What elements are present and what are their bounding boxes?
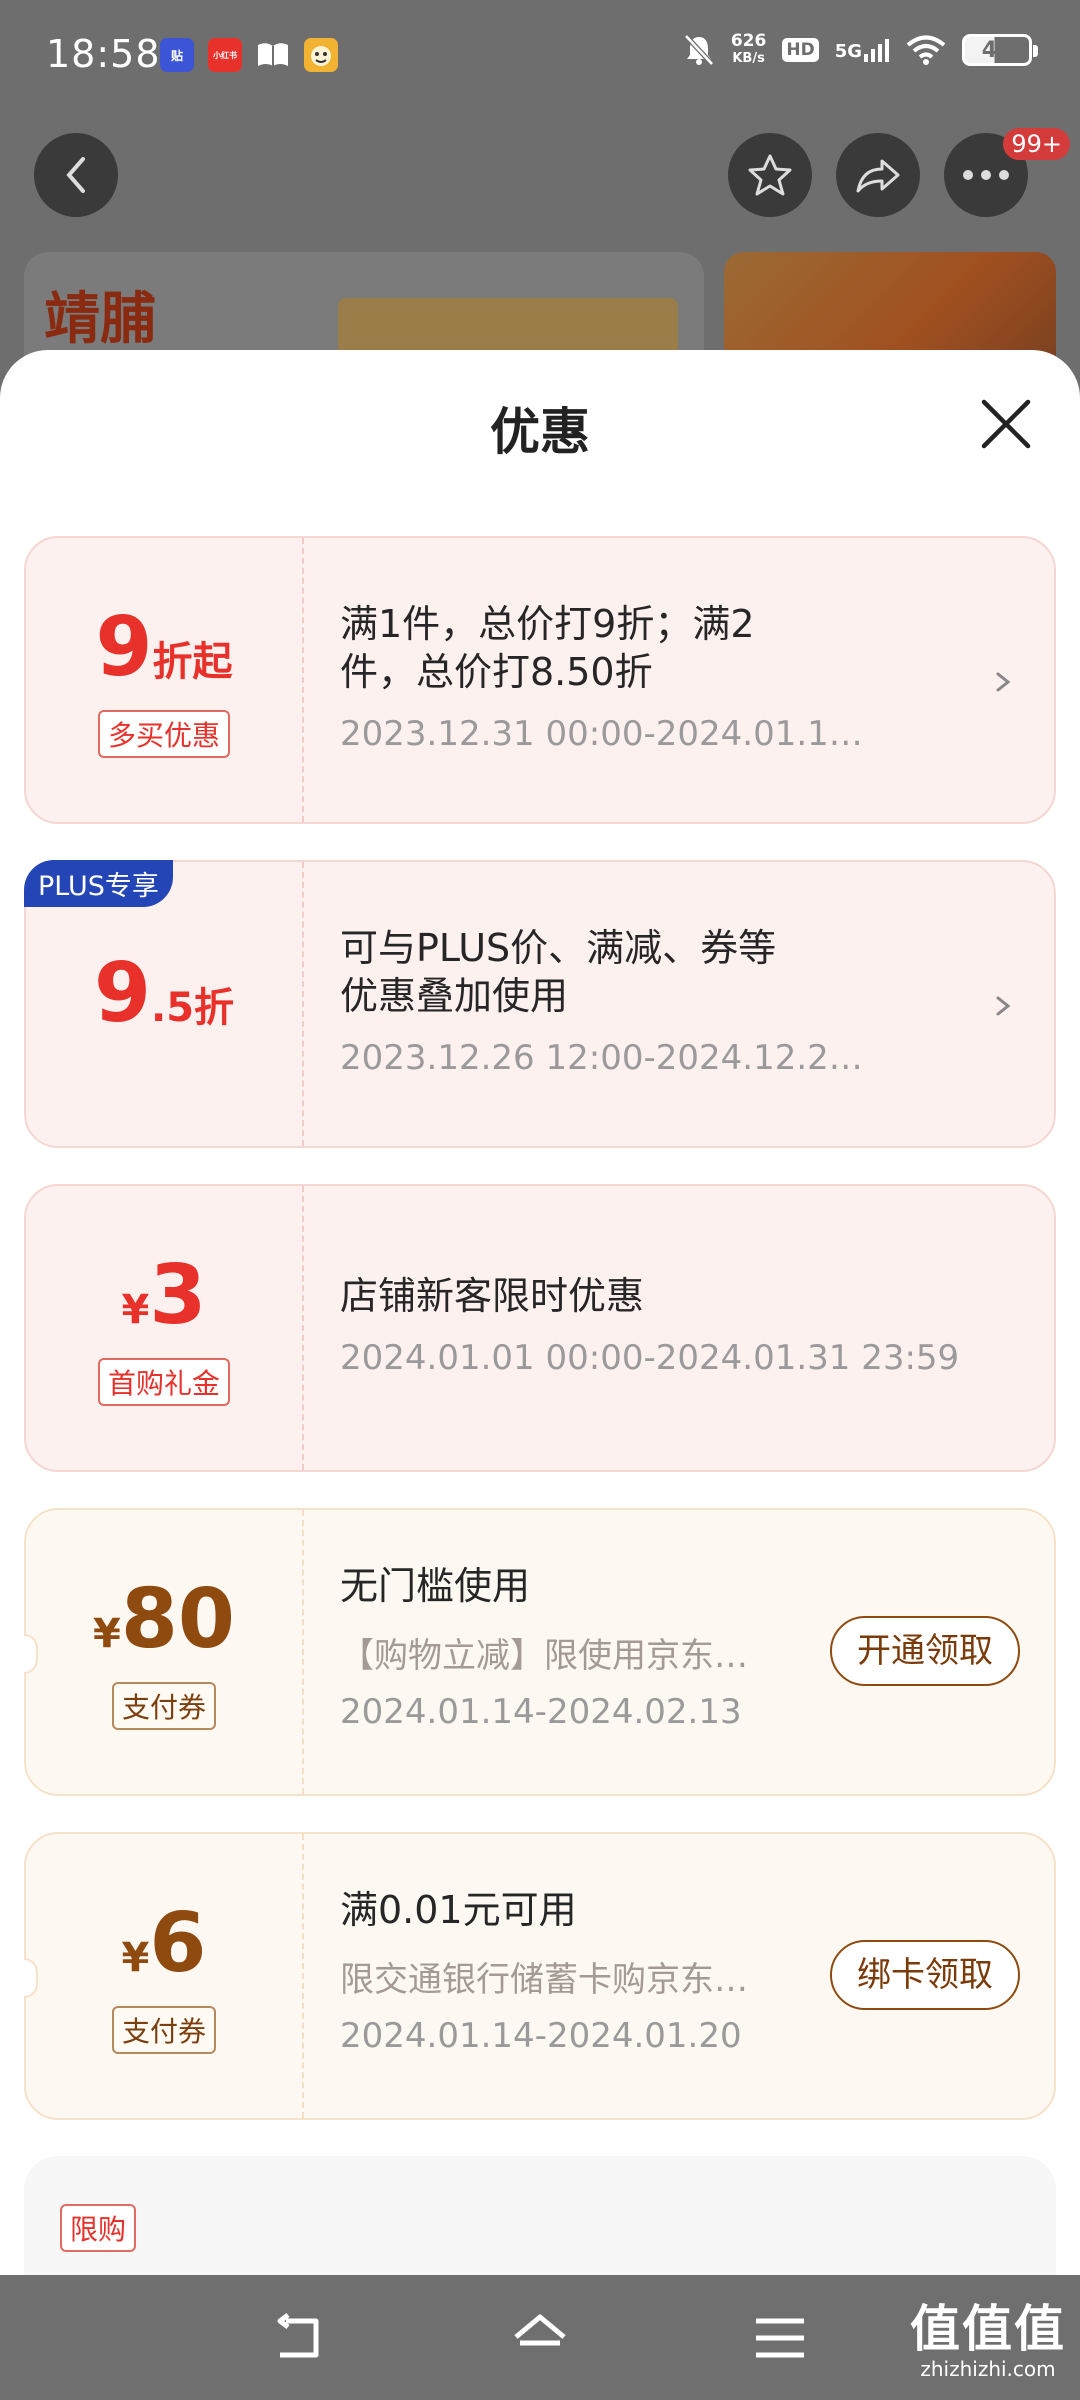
- chevron-right-icon: [996, 672, 1011, 692]
- wifi-icon: [906, 35, 946, 65]
- star-icon: [748, 154, 792, 196]
- coupon-tag: 首购礼金: [26, 1358, 302, 1406]
- emoji-app-icon: [304, 38, 338, 72]
- coupon-tag: 支付券: [26, 1682, 302, 1730]
- coupon-value-area: 9.5折: [26, 862, 302, 1146]
- coupon-note: 限交通银行储蓄卡购京东…: [340, 1960, 748, 2000]
- mute-bell-icon: [684, 34, 714, 66]
- coupon-payment-80[interactable]: ¥80 支付券 无门槛使用 【购物立减】限使用京东… 2024.01.14-20…: [24, 1508, 1056, 1796]
- coupon-period: 2024.01.14-2024.01.20: [340, 2016, 742, 2056]
- coupon-value-area: ¥6 支付券: [26, 1834, 302, 2118]
- coupon-payment-6[interactable]: ¥6 支付券 满0.01元可用 限交通银行储蓄卡购京东… 2024.01.14-…: [24, 1832, 1056, 2120]
- coupon-value-area: 9折起 多买优惠: [26, 538, 302, 822]
- coupon-divider: [302, 1834, 304, 2118]
- offers-sheet: 优惠 9折起 多买优惠 满1件，总价打9折；满2 件，总价打8.50折 2023…: [0, 350, 1080, 2275]
- coupon-value: ¥6: [121, 1896, 207, 1991]
- network-speed: 626 KB/s: [730, 31, 767, 66]
- coupon-first-purchase[interactable]: ¥3 首购礼金 店铺新客限时优惠 2024.01.01 00:00-2024.0…: [24, 1184, 1056, 1472]
- battery-icon: 46: [962, 34, 1038, 66]
- coupon-value-area: ¥80 支付券: [26, 1510, 302, 1794]
- coupon-tag: 支付券: [26, 2006, 302, 2054]
- coupon-value-area: ¥3 首购礼金: [26, 1186, 302, 1470]
- close-icon[interactable]: [978, 396, 1034, 452]
- brand-logo: 靖脯: [44, 286, 156, 352]
- status-bar: 18:58 贴 小红书 626 KB/s HD 5G 46: [0, 0, 1080, 110]
- coupon-value: 9折起: [95, 600, 233, 695]
- coupon-note: 【购物立减】限使用京东…: [340, 1636, 748, 1676]
- xiaohongshu-app-icon: 小红书: [208, 38, 242, 72]
- coupon-period: 2023.12.26 12:00-2024.12.2…: [340, 1038, 863, 1078]
- bind-card-claim-button[interactable]: 绑卡领取: [830, 1940, 1020, 2010]
- coupon-value: 9.5折: [93, 946, 235, 1041]
- activate-claim-button[interactable]: 开通领取: [830, 1616, 1020, 1686]
- coupon-description: 满0.01元可用: [340, 1888, 577, 1932]
- coupon-period: 2024.01.01 00:00-2024.01.31 23:59: [340, 1338, 960, 1378]
- limit-purchase-card[interactable]: 限购: [24, 2156, 1056, 2275]
- back-gesture-icon[interactable]: [272, 2313, 328, 2363]
- coupon-multi-buy[interactable]: 9折起 多买优惠 满1件，总价打9折；满2 件，总价打8.50折 2023.12…: [24, 536, 1056, 824]
- book-app-icon: [256, 38, 290, 72]
- coupon-description: 店铺新客限时优惠: [340, 1274, 645, 1318]
- coupon-divider: [302, 1186, 304, 1470]
- coupon-divider: [302, 862, 304, 1146]
- coupon-period: 2023.12.31 00:00-2024.01.1…: [340, 714, 863, 754]
- home-icon[interactable]: [512, 2313, 568, 2363]
- notification-icons: 贴 小红书: [160, 38, 338, 72]
- tiezhi-app-icon: 贴: [160, 38, 194, 72]
- sheet-title: 优惠: [490, 403, 590, 461]
- coupon-description: 无门槛使用: [340, 1564, 531, 1608]
- coupon-tag: 多买优惠: [26, 710, 302, 758]
- coupon-value: ¥80: [93, 1572, 235, 1667]
- coupon-plus-exclusive[interactable]: PLUS专享 9.5折 可与PLUS价、满减、券等 优惠叠加使用 2023.12…: [24, 860, 1056, 1148]
- signal-icon: 5G: [835, 38, 890, 62]
- back-button[interactable]: [34, 133, 118, 217]
- coupon-period: 2024.01.14-2024.02.13: [340, 1692, 742, 1732]
- chevron-left-icon: [66, 157, 85, 193]
- status-right: 626 KB/s HD 5G 46: [683, 31, 1038, 68]
- status-time: 18:58: [46, 32, 161, 76]
- coupon-value: ¥3: [121, 1248, 207, 1343]
- watermark: 值值值 zhizhizhi.com: [910, 2300, 1066, 2381]
- coupon-description: 满1件，总价打9折；满2 件，总价打8.50折: [340, 602, 755, 694]
- more-dots-icon: [963, 170, 1009, 180]
- message-count-badge: 99+: [1003, 128, 1070, 160]
- limit-purchase-tag: 限购: [60, 2204, 137, 2252]
- system-navigation-bar: 值值值 zhizhizhi.com: [0, 2275, 1080, 2400]
- coupon-description: 可与PLUS价、满减、券等 优惠叠加使用: [340, 926, 777, 1018]
- share-button[interactable]: [836, 133, 920, 217]
- favorite-button[interactable]: [728, 133, 812, 217]
- coupon-divider: [302, 1510, 304, 1794]
- share-icon: [856, 159, 900, 193]
- chevron-right-icon: [996, 996, 1011, 1016]
- coupon-divider: [302, 538, 304, 822]
- product-top-nav: 99+: [0, 120, 1080, 220]
- hd-icon: HD: [782, 38, 819, 62]
- menu-icon[interactable]: [752, 2313, 808, 2363]
